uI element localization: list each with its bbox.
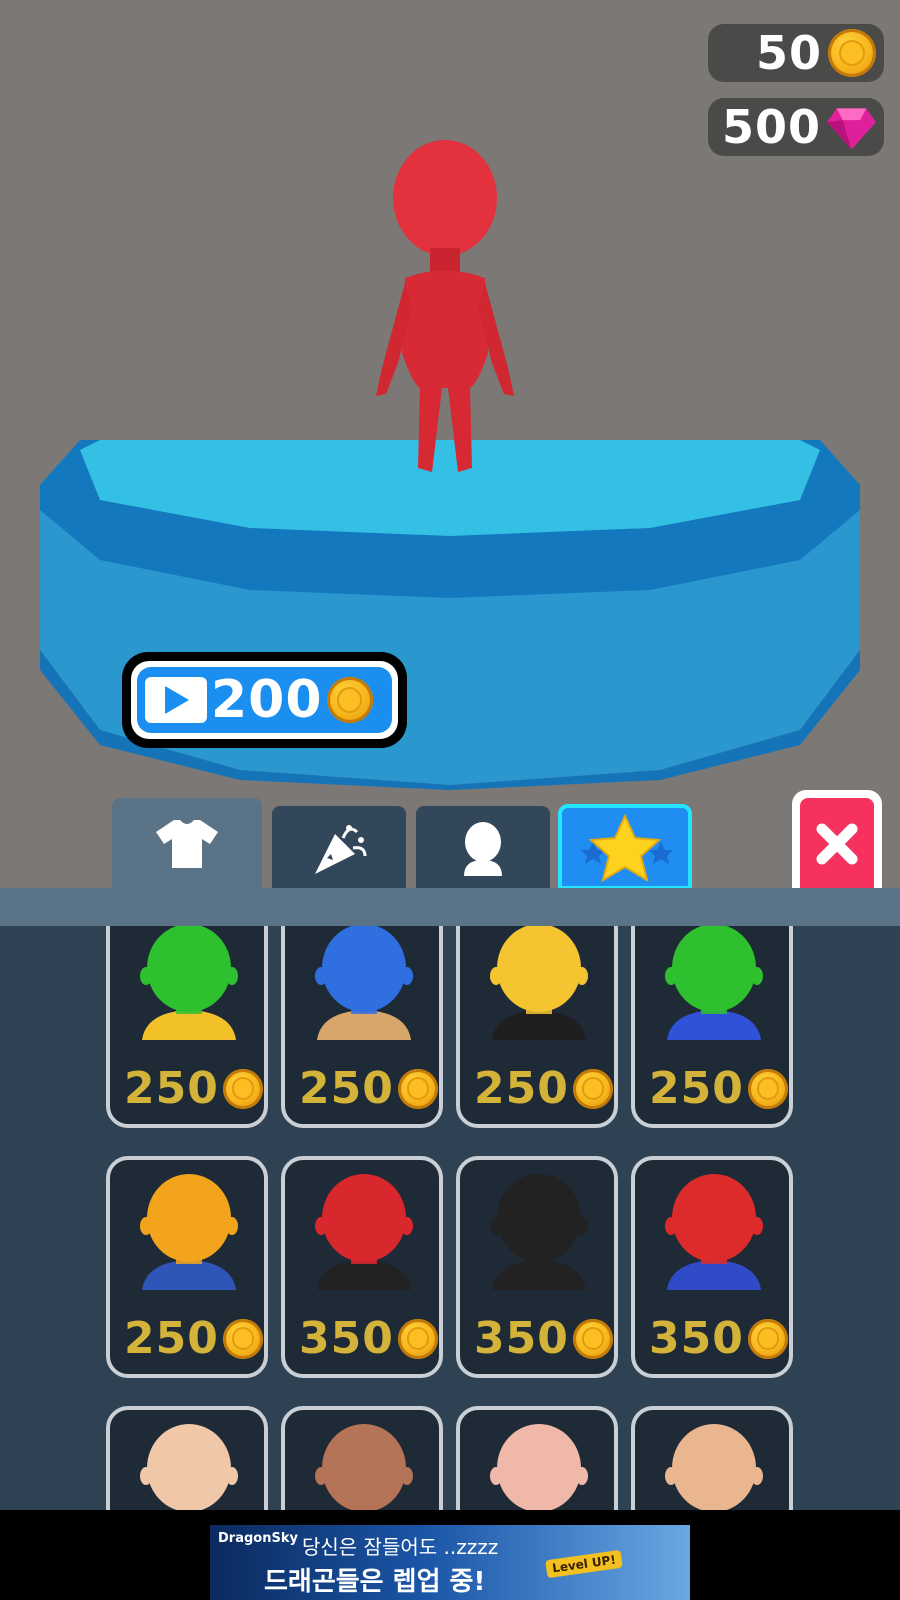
tab-heads[interactable] [416,806,550,890]
shop-item-card[interactable]: 250 [456,926,618,1128]
coin-icon [747,1318,788,1359]
ad-banner-area: DragonSky 당신은 잠들어도 ..zzzz 드래곤들은 렙업 중! Le… [0,1510,900,1600]
avatar-preview [665,1424,763,1510]
price-tag: 350 [649,1313,788,1364]
shop-item-card[interactable]: 250 [106,926,268,1128]
tab-outfits[interactable] [112,798,262,890]
head-icon [464,822,502,876]
coin-icon [747,1068,788,1109]
coin-icon [326,677,373,723]
price-tag: 350 [474,1313,613,1364]
banner-line2: 드래곤들은 렙업 중! [264,1567,486,1597]
price-value: 250 [649,1063,744,1114]
character-model [376,140,514,472]
price-tag: 250 [299,1063,438,1114]
avatar-preview [140,1174,238,1290]
coin-icon [397,1318,438,1359]
coin-icon [572,1318,613,1359]
coin-icon [828,29,876,77]
avatar-preview [490,1174,588,1290]
price-tag: 250 [649,1063,788,1114]
shop-item-card[interactable]: 250 [281,926,443,1128]
party-popper-icon [315,825,367,874]
avatar-preview [140,926,238,1040]
shop-item-card[interactable] [631,1406,793,1510]
avatar-preview [315,1174,413,1290]
price-value: 350 [649,1313,744,1364]
gem-counter: 500 [708,98,884,156]
close-button[interactable] [792,790,882,890]
coin-icon [222,1068,263,1109]
avatar-preview [490,926,588,1040]
price-tag: 250 [124,1313,263,1364]
shop-item-card[interactable] [456,1406,618,1510]
shop-item-card[interactable]: 250 [631,926,793,1128]
coin-icon [222,1318,263,1359]
avatar-preview [665,1174,763,1290]
coin-counter: 50 [708,24,884,82]
avatar-preview [490,1424,588,1510]
price-value: 250 [474,1063,569,1114]
shop-item-card[interactable]: 350 [281,1156,443,1378]
category-tabs [0,790,900,890]
star-icon [581,813,673,882]
tab-celebrations[interactable] [272,806,406,890]
banner-badge: Level UP! [545,1549,623,1579]
tab-special[interactable] [558,804,692,890]
shop-item-card[interactable]: 350 [631,1156,793,1378]
avatar-preview [315,1424,413,1510]
banner-line1: 당신은 잠들어도 ..zzzz [302,1535,499,1559]
coin-count: 50 [755,26,822,80]
shop-item-card[interactable]: 250 [106,1156,268,1378]
gem-count: 500 [722,100,822,154]
price-tag: 250 [124,1063,263,1114]
gem-icon [827,108,876,150]
price-value: 250 [124,1313,219,1364]
shop-item-card[interactable] [106,1406,268,1510]
price-value: 350 [299,1313,394,1364]
watch-ad-reward-button[interactable]: 200 [122,652,407,748]
shop-header-bar [0,888,900,930]
avatar-preview [315,926,413,1040]
price-value: 250 [124,1063,219,1114]
shop-item-card[interactable]: 350 [456,1156,618,1378]
ad-banner[interactable]: DragonSky 당신은 잠들어도 ..zzzz 드래곤들은 렙업 중! Le… [210,1525,690,1600]
close-icon [816,823,858,865]
avatar-preview [665,926,763,1040]
price-tag: 350 [299,1313,438,1364]
shirt-icon [156,820,218,868]
shop-panel: 250 250 250 250 250 350 350 350 [0,926,900,1510]
banner-brand: DragonSky [218,1531,298,1546]
price-value: 350 [474,1313,569,1364]
price-value: 250 [299,1063,394,1114]
avatar-preview [140,1424,238,1510]
reward-amount: 200 [211,670,323,730]
shop-item-card[interactable] [281,1406,443,1510]
price-tag: 250 [474,1063,613,1114]
coin-icon [397,1068,438,1109]
coin-icon [572,1068,613,1109]
play-video-icon [145,677,207,723]
